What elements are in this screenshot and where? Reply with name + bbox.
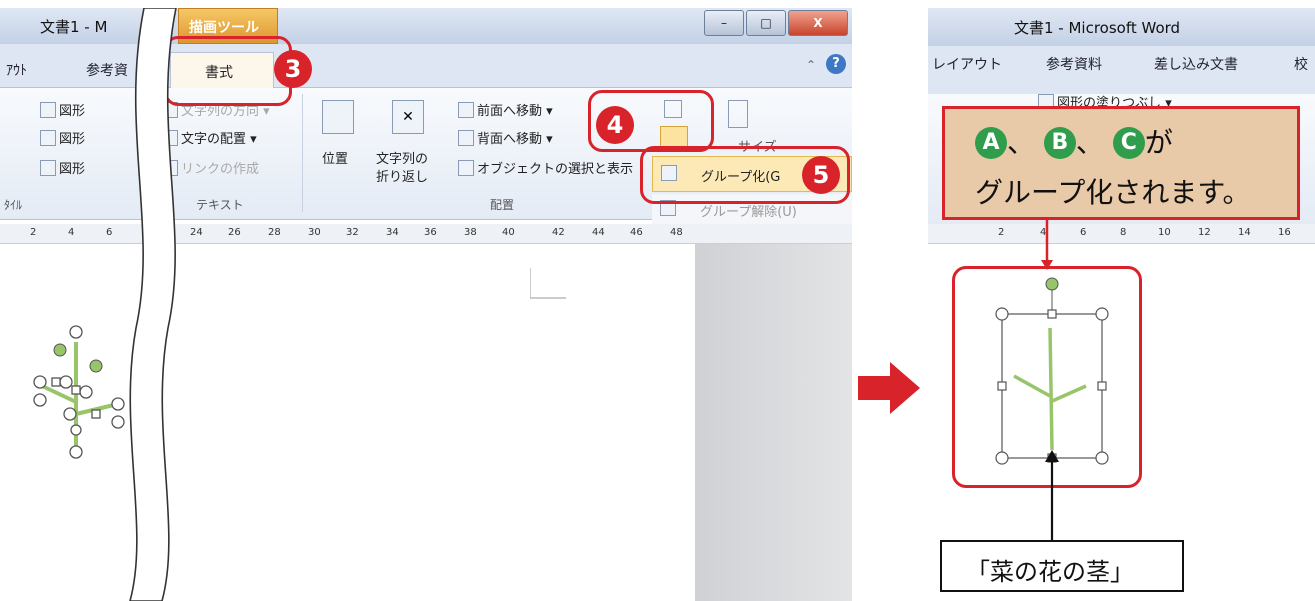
- ruler-tick: 26: [228, 227, 241, 238]
- position-icon: [322, 100, 354, 134]
- ruler-tick: 36: [424, 227, 437, 238]
- tab-references[interactable]: 参考資料: [1046, 54, 1102, 74]
- tab-review[interactable]: 校: [1294, 54, 1308, 74]
- document-margin-area: [695, 244, 852, 601]
- paint-bucket-icon: [40, 102, 56, 118]
- ruler-tick: 6: [1080, 227, 1087, 238]
- ruler-tick: 14: [1238, 227, 1251, 238]
- arrange-group-label: 配置: [490, 198, 515, 212]
- ruler-tick: 44: [592, 227, 605, 238]
- ruler-tick: 38: [464, 227, 477, 238]
- shape-effects-button[interactable]: 図形: [40, 158, 85, 177]
- send-backward-button[interactable]: 背面へ移動 ▾: [458, 128, 553, 147]
- ruler-tick: 32: [346, 227, 359, 238]
- ruler-tick: 2: [998, 227, 1005, 238]
- stem-label: 「菜の花の茎」: [940, 540, 1184, 592]
- position-button[interactable]: 位置: [322, 148, 348, 167]
- close-button[interactable]: X: [788, 10, 848, 36]
- collapse-ribbon-icon[interactable]: ⌃: [806, 58, 816, 72]
- ruler-tick: 12: [1198, 227, 1211, 238]
- ruler-tick: 4: [68, 227, 75, 238]
- bring-forward-button[interactable]: 前面へ移動 ▾: [458, 100, 553, 119]
- size-icon: [728, 100, 748, 128]
- wrap-text-icon: ✕: [392, 100, 424, 134]
- ruler-tick: 2: [30, 227, 37, 238]
- letter-c-icon: C: [1112, 127, 1145, 159]
- ruler-tick: 40: [502, 227, 515, 238]
- shape-outline-button[interactable]: 図形: [40, 128, 85, 147]
- minimize-button[interactable]: –: [704, 10, 744, 36]
- step-badge-5: 5: [802, 156, 840, 194]
- ruler-tick: 46: [630, 227, 643, 238]
- selection-pane-icon: [458, 160, 474, 176]
- step-badge-4: 4: [596, 106, 634, 144]
- ruler-tick: 48: [670, 227, 683, 238]
- text-group-label: テキスト: [196, 198, 244, 212]
- ruler-tick: 30: [308, 227, 321, 238]
- effects-icon: [40, 160, 56, 176]
- window-title: 文書1 - M: [40, 18, 108, 36]
- letter-a-icon: A: [975, 127, 1007, 159]
- grouped-stem-shape[interactable]: [992, 274, 1112, 474]
- bring-forward-icon: [458, 102, 474, 118]
- down-arrow-icon: [1041, 218, 1053, 270]
- right-arrow-icon: [858, 362, 920, 414]
- note-line-2: グループ化されます。: [975, 176, 1251, 209]
- ruler-tick: 24: [190, 227, 203, 238]
- right-screenshot: 文書1 - Microsoft Word レイアウト 参考資料 差し込み文書 校…: [928, 8, 1315, 601]
- shape-fill-button[interactable]: 図形: [40, 100, 85, 119]
- tab-layout[interactable]: レイアウト: [932, 54, 1002, 74]
- left-screenshot: 文書1 - M 描画ツール – □ X ｱｳﾄ 参考資 書式 ⌃ ? 図形 図形…: [0, 8, 852, 601]
- wrap-text-button-line2[interactable]: 折り返し: [376, 166, 428, 185]
- ruler-tick: 42: [552, 227, 565, 238]
- selection-pane-button[interactable]: オブジェクトの選択と表示: [458, 158, 633, 177]
- tab-mailings[interactable]: 差し込み文書: [1154, 54, 1238, 74]
- send-backward-icon: [458, 130, 474, 146]
- styles-group-label: ﾀｲﾙ: [4, 198, 23, 212]
- letter-b-icon: B: [1043, 127, 1076, 159]
- maximize-button[interactable]: □: [746, 10, 786, 36]
- pen-icon: [40, 130, 56, 146]
- ruler-tick: 8: [1120, 227, 1127, 238]
- wrap-text-button-line1[interactable]: 文字列の: [376, 148, 428, 167]
- wavy-break-divider: [129, 8, 177, 601]
- tab-layout[interactable]: ｱｳﾄ: [6, 60, 27, 80]
- step-badge-3: 3: [274, 50, 312, 88]
- page-corner-mark: [530, 268, 566, 299]
- note-line-1: A、 B、 Cが: [975, 121, 1173, 161]
- ruler-tick: 34: [386, 227, 399, 238]
- window-title: 文書1 - Microsoft Word: [1014, 19, 1181, 37]
- ruler-tick: 16: [1278, 227, 1291, 238]
- up-arrow-icon: [1045, 450, 1059, 544]
- explanation-note: A、 B、 Cが グループ化されます。: [942, 106, 1300, 220]
- help-icon[interactable]: ?: [826, 54, 846, 74]
- ruler-tick: 10: [1158, 227, 1171, 238]
- group-separator: [302, 94, 303, 212]
- ruler-tick: 28: [268, 227, 281, 238]
